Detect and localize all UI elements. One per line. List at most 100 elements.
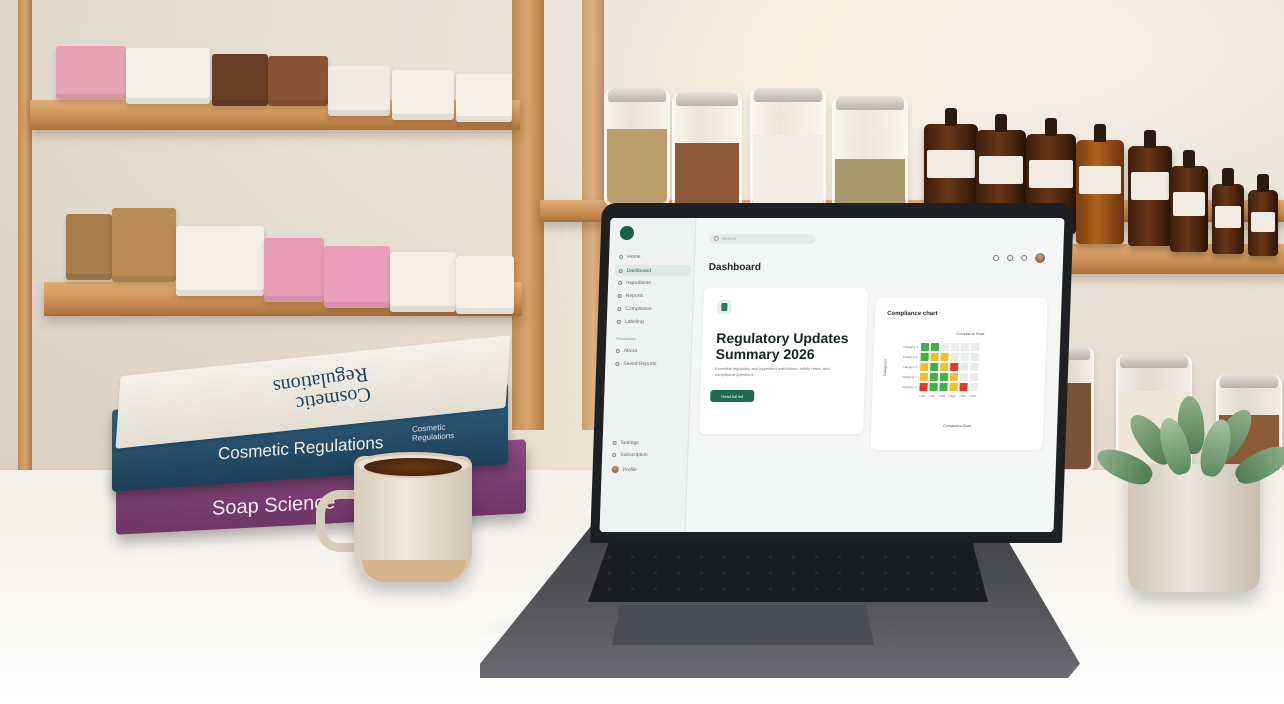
chart-title: Compliance Chart xyxy=(956,332,985,336)
heatmap-cell xyxy=(939,342,951,352)
sidebar-item-about[interactable]: About xyxy=(615,348,638,354)
sidebar-item-label: Compliance xyxy=(625,306,652,312)
updates-card-description: Essential regulatory and ingredient rest… xyxy=(714,366,830,377)
heatmap-cell xyxy=(929,362,940,372)
soap-bar xyxy=(390,252,456,312)
amber-bottle xyxy=(1076,124,1124,244)
dropper-bottle xyxy=(1212,168,1244,254)
soap-bar xyxy=(456,74,512,122)
sidebar-item-dashboard[interactable]: Dashboard xyxy=(614,265,691,276)
heatmap-cell xyxy=(939,362,950,372)
page-title: Dashboard xyxy=(708,262,762,273)
settings-icon[interactable] xyxy=(1006,255,1014,261)
sidebar-item-label: About xyxy=(623,348,638,354)
heatmap-cell xyxy=(969,362,980,372)
heatmap-cell xyxy=(949,352,960,362)
mug-base xyxy=(362,560,466,582)
sidebar-item-label: Home xyxy=(627,254,641,260)
heatmap-cell xyxy=(919,362,930,372)
chart-y-tick-label: Category 2 xyxy=(902,355,918,359)
chart-x-tick-label: Low xyxy=(929,394,935,398)
chart-x-tick-label: High xyxy=(949,394,956,398)
home-icon xyxy=(619,255,624,259)
sidebar-item-reports[interactable]: Reports xyxy=(617,293,644,299)
sidebar-item-subscription[interactable]: Subscription xyxy=(612,452,648,458)
chart-x-tick-label: Mod xyxy=(939,394,946,398)
heatmap-cell xyxy=(938,372,950,382)
chart-y-tick-label: Category 5 xyxy=(901,385,917,389)
tea xyxy=(364,458,462,476)
chart-x-axis-label: Compliance Chart xyxy=(943,424,972,428)
heatmap-cell xyxy=(929,342,941,352)
sidebar-item-compliance[interactable]: Compliance xyxy=(617,306,652,312)
heatmap-cell xyxy=(949,342,961,352)
heatmap-cell xyxy=(968,372,980,382)
card-icon xyxy=(612,453,617,457)
heatmap-cell xyxy=(928,382,939,392)
chart-x-tick-label: High xyxy=(959,394,966,398)
soap-bar xyxy=(392,70,454,120)
heatmap-cell xyxy=(928,372,940,382)
chart-y-tick-label: Category 3 xyxy=(902,365,918,369)
soap-bar xyxy=(212,54,268,106)
sidebar-item-settings[interactable]: Settings xyxy=(612,440,639,446)
soap-bar xyxy=(126,48,210,104)
heatmap-cell xyxy=(938,382,949,392)
soap-bar xyxy=(324,246,390,308)
heatmap-cell xyxy=(969,352,980,362)
chart-x-tick-label: High xyxy=(969,394,976,398)
heatmap-cell xyxy=(948,372,960,382)
heatmap-cell xyxy=(958,382,969,392)
info-icon xyxy=(615,349,620,353)
soap-bar xyxy=(268,56,328,106)
heatmap-cell xyxy=(939,352,950,362)
heatmap-cell xyxy=(949,362,960,372)
sidebar-item-saved-reports[interactable]: Saved Reports xyxy=(615,361,657,367)
soap-bar xyxy=(176,226,264,296)
dropper-bottle xyxy=(1248,174,1278,256)
sidebar-item-label: Dashboard xyxy=(626,267,652,274)
search-input[interactable]: Search xyxy=(709,234,816,244)
chart-y-tick-label: Category 4 xyxy=(902,375,917,379)
soap-bar xyxy=(56,46,126,100)
bell-icon[interactable] xyxy=(1020,255,1028,261)
dashboard-icon xyxy=(618,268,623,273)
reports-icon xyxy=(617,294,622,298)
avatar[interactable] xyxy=(1034,253,1046,263)
sidebar-item-labeling[interactable]: Labeling xyxy=(616,319,644,325)
sidebar-item-label: Ingredients xyxy=(626,280,652,286)
sidebar-item-home[interactable]: Home xyxy=(619,254,641,260)
heatmap-cell xyxy=(959,362,970,372)
sidebar-item-ingredients[interactable]: Ingredients xyxy=(618,280,651,286)
sidebar-item-label: Settings xyxy=(620,440,639,446)
soap-bar xyxy=(456,256,514,314)
heatmap-cell xyxy=(918,382,929,392)
heatmap-cell xyxy=(959,352,970,362)
read-full-list-button[interactable]: Read full list xyxy=(710,390,755,402)
herb-jar xyxy=(672,92,742,210)
heatmap-cell xyxy=(948,382,959,392)
heatmap-cell xyxy=(929,352,940,362)
heatmap-cell xyxy=(919,352,930,362)
gear-icon xyxy=(612,441,617,445)
shelf-post xyxy=(18,0,32,490)
heatmap-cell xyxy=(958,372,970,382)
chart-y-tick-label: Category 1 xyxy=(903,345,919,349)
document-icon xyxy=(717,300,732,314)
sidebar-item-profile[interactable]: Profile xyxy=(611,466,637,473)
soap-bar xyxy=(264,238,324,302)
soap-bar xyxy=(328,66,390,116)
help-icon[interactable] xyxy=(992,255,1000,261)
sidebar-item-label: Subscription xyxy=(620,452,648,458)
updates-card-title: Regulatory Updates Summary 2026 xyxy=(715,330,849,362)
book-spine-subtitle: Cosmetic Regulations xyxy=(412,422,455,443)
sidebar-item-label: Profile xyxy=(622,466,637,473)
sidebar-item-label: Reports xyxy=(625,293,644,299)
chart-card-title: Compliance chart xyxy=(887,311,938,317)
heatmap-cell xyxy=(918,372,930,382)
search-icon xyxy=(713,236,719,241)
sidebar-item-label: Labeling xyxy=(624,319,644,325)
soap-bar xyxy=(112,208,176,282)
herb-jar xyxy=(832,96,908,218)
sidebar-section-label: Resources xyxy=(616,336,636,341)
